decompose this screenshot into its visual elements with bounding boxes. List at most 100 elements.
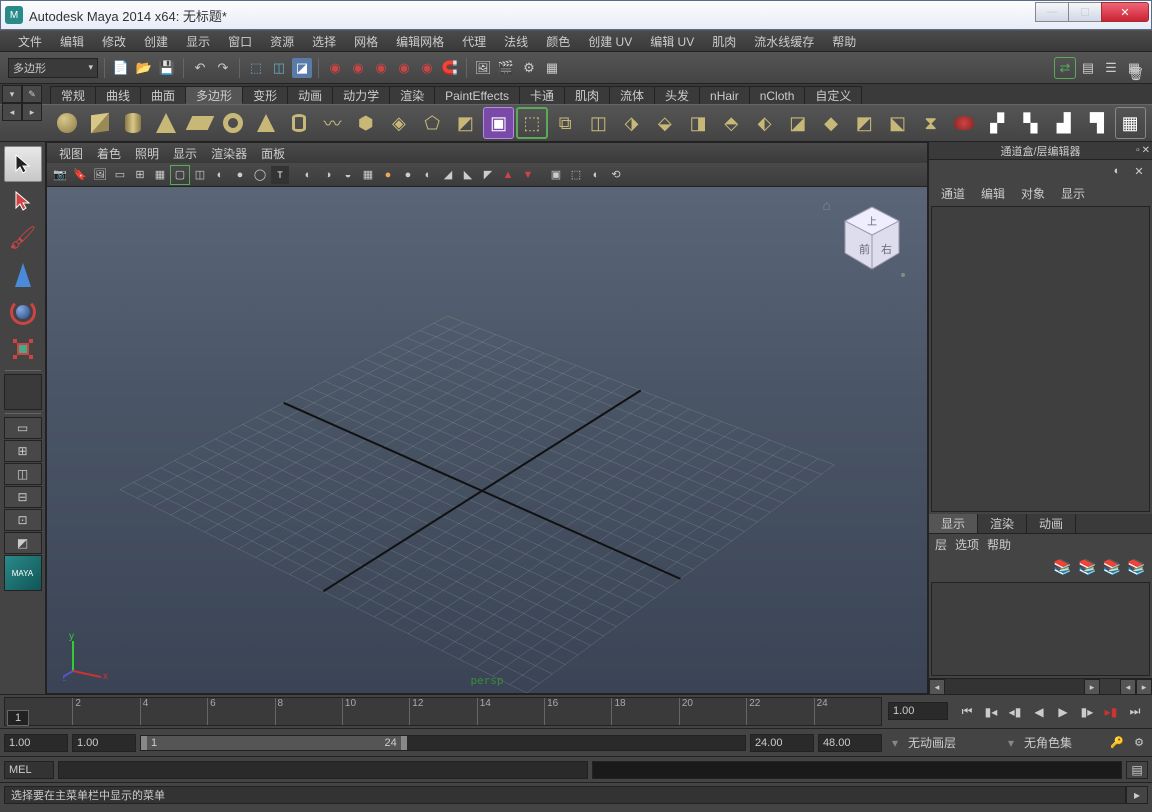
move-tool[interactable] xyxy=(4,257,42,293)
uv1-icon[interactable]: ▞ xyxy=(982,107,1013,139)
vt-reso-icon[interactable]: ◫ xyxy=(191,166,209,184)
help-btn-icon[interactable]: ▸ xyxy=(1126,786,1148,804)
layer-tab-anim[interactable]: 动画 xyxy=(1027,514,1076,533)
extrude-icon[interactable]: ⬗ xyxy=(616,107,647,139)
vt-xray-icon[interactable]: ▲ xyxy=(499,166,517,184)
snap-toggle-icon[interactable]: 🧲 xyxy=(440,58,460,78)
prefs-icon[interactable]: ⚙ xyxy=(1130,734,1148,752)
scroll-right2-icon[interactable]: ▸ xyxy=(1136,679,1152,695)
construction-history-icon[interactable]: ⇄ xyxy=(1055,58,1075,78)
vt-tex-icon[interactable]: ▦ xyxy=(359,166,377,184)
bool1-icon[interactable]: ⬘ xyxy=(716,107,747,139)
poly-cone-icon[interactable] xyxy=(151,107,182,139)
vt-xjoint-icon[interactable]: ▼ xyxy=(519,166,537,184)
menu-pipeline[interactable]: 流水线缓存 xyxy=(746,31,822,52)
layer-menu-layers[interactable]: 层 xyxy=(935,536,947,553)
shelf-tab-polygons[interactable]: 多边形 xyxy=(185,86,243,104)
poly-type-icon[interactable]: ◩ xyxy=(450,107,481,139)
view-menu-shading[interactable]: 着色 xyxy=(91,144,127,163)
smooth-icon[interactable]: ◆ xyxy=(815,107,846,139)
step-back-icon[interactable]: ◂▮ xyxy=(1004,702,1026,722)
select-object-icon[interactable]: ◫ xyxy=(269,58,289,78)
menu-edituv[interactable]: 编辑 UV xyxy=(642,31,702,52)
layout-two-icon[interactable]: ◫ xyxy=(4,463,42,485)
cb-object[interactable]: 对象 xyxy=(1015,183,1051,204)
combine-icon[interactable]: ⧉ xyxy=(550,107,581,139)
vt-bookmark-icon[interactable]: 🔖 xyxy=(71,166,89,184)
redo-icon[interactable]: ↷ xyxy=(213,58,233,78)
layout-four-icon[interactable]: ⊞ xyxy=(4,440,42,462)
rotate-tool[interactable] xyxy=(4,294,42,330)
shelf-tab-surfaces[interactable]: 曲面 xyxy=(140,86,186,104)
view-menu-renderer[interactable]: 渲染器 xyxy=(205,144,253,163)
vt-gate-icon[interactable]: ▢ xyxy=(171,166,189,184)
shelf-edit-icon[interactable]: ✎ xyxy=(22,85,42,103)
vt-l3-icon[interactable]: ◐ xyxy=(419,166,437,184)
scroll-left-icon[interactable]: ◂ xyxy=(929,679,945,695)
layer-tab-render[interactable]: 渲染 xyxy=(978,514,1027,533)
menu-proxy[interactable]: 代理 xyxy=(454,31,494,52)
range-end-field[interactable]: 24.00 xyxy=(750,734,814,752)
vt-ao-icon[interactable]: ◣ xyxy=(459,166,477,184)
vt-l2-icon[interactable]: ● xyxy=(399,166,417,184)
scroll-track[interactable] xyxy=(945,679,1084,694)
shelf-nav-icon[interactable]: ◂ xyxy=(2,103,22,121)
current-frame-marker[interactable]: 1 xyxy=(7,710,29,726)
maximize-button[interactable]: ☐ xyxy=(1068,2,1102,22)
vt-camera-icon[interactable]: 📷 xyxy=(51,166,69,184)
select-component-icon[interactable]: ◪ xyxy=(292,58,312,78)
channel-icon2[interactable]: ✕ xyxy=(1130,162,1148,180)
cb-edit[interactable]: 编辑 xyxy=(975,183,1011,204)
save-scene-icon[interactable]: 💾 xyxy=(157,58,177,78)
shelf-tab-fluid[interactable]: 流体 xyxy=(609,86,655,104)
layout-persp-icon[interactable]: ⊟ xyxy=(4,486,42,508)
layout-single-icon[interactable]: ▭ xyxy=(4,417,42,439)
step-back-key-icon[interactable]: ▮◂ xyxy=(980,702,1002,722)
layer-menu-options[interactable]: 选项 xyxy=(955,536,979,553)
home-icon[interactable]: ⌂ xyxy=(823,197,831,213)
shelf-nav2-icon[interactable]: ▸ xyxy=(22,103,42,121)
layout-icon[interactable]: ▤ xyxy=(1078,58,1098,78)
menu-help[interactable]: 帮助 xyxy=(824,31,864,52)
select-tool[interactable] xyxy=(4,146,42,182)
step-fwd-icon[interactable]: ▮▸ xyxy=(1076,702,1098,722)
exit-create-icon[interactable]: ⬚ xyxy=(516,107,547,139)
poly-soccer-icon[interactable]: ⬢ xyxy=(350,107,381,139)
shelf-tab-hair[interactable]: 头发 xyxy=(654,86,700,104)
shelf-tab-ncloth[interactable]: nCloth xyxy=(749,86,806,104)
maya-logo-icon[interactable]: MAYA xyxy=(4,555,42,591)
menu-file[interactable]: 文件 xyxy=(10,31,50,52)
vt-a-icon[interactable]: ⬚ xyxy=(567,166,585,184)
bridge-icon[interactable]: ⬙ xyxy=(649,107,680,139)
vt-grid-icon[interactable]: ⊞ xyxy=(131,166,149,184)
play-fwd-icon[interactable]: ▶ xyxy=(1052,702,1074,722)
minimize-button[interactable]: — xyxy=(1035,2,1069,22)
view-menu-panels[interactable]: 面板 xyxy=(255,144,291,163)
autokey-icon[interactable]: 🔑 xyxy=(1108,734,1126,752)
menu-color[interactable]: 颜色 xyxy=(538,31,578,52)
scroll-right-icon[interactable]: ▸ xyxy=(1084,679,1100,695)
vt-motion-icon[interactable]: ◤ xyxy=(479,166,497,184)
range-slider[interactable]: 1 24 xyxy=(140,735,746,751)
bool2-icon[interactable]: ⬖ xyxy=(749,107,780,139)
view-menu-view[interactable]: 视图 xyxy=(53,144,89,163)
snap-plane-icon[interactable]: ◉ xyxy=(394,58,414,78)
select-hierarchy-icon[interactable]: ⬚ xyxy=(246,58,266,78)
module-selector[interactable]: 多边形 xyxy=(8,58,98,78)
cmd-lang-selector[interactable]: MEL xyxy=(4,761,54,779)
go-end-icon[interactable]: ⏭ xyxy=(1124,702,1146,722)
char-set-label[interactable]: 无角色集 xyxy=(1024,734,1104,751)
uv2-icon[interactable]: ▚ xyxy=(1015,107,1046,139)
vt-c-icon[interactable]: ⟲ xyxy=(607,166,625,184)
panel-undock-icon[interactable]: ▫ xyxy=(1136,145,1140,156)
layout-outliner-icon[interactable]: ⊡ xyxy=(4,509,42,531)
channel-box-icon[interactable]: ☰ xyxy=(1101,58,1121,78)
vt-2d-icon[interactable]: ▭ xyxy=(111,166,129,184)
poly-pyramid-icon[interactable] xyxy=(250,107,281,139)
layer-menu-help[interactable]: 帮助 xyxy=(987,536,1011,553)
cmd-input[interactable] xyxy=(58,761,588,779)
render-settings-icon[interactable]: ⚙ xyxy=(519,58,539,78)
menu-select[interactable]: 选择 xyxy=(304,31,344,52)
poly-helix-icon[interactable]: 〰 xyxy=(317,107,348,139)
shelf-tab-custom[interactable]: 自定义 xyxy=(804,86,862,104)
